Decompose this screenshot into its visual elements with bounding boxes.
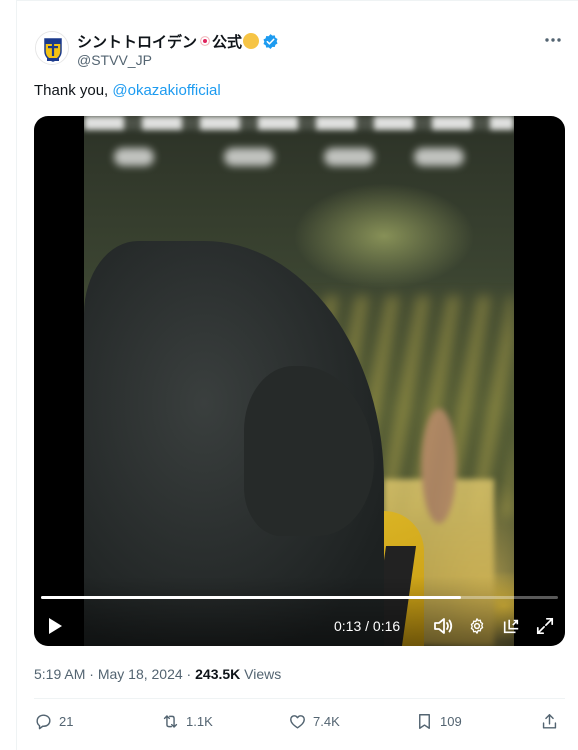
bookmark-button[interactable]: 109 [415,710,462,732]
like-count: 7.4K [313,713,340,729]
bookmark-count: 109 [440,713,462,729]
stadium-light [414,148,464,166]
reply-button[interactable]: 21 [34,710,73,732]
video-progress-bar[interactable] [41,596,558,599]
author-display-name[interactable]: シントトロイデン [77,31,197,52]
stadium-light [324,148,374,166]
divider [34,698,565,699]
repost-button[interactable]: 1.1K [161,710,213,732]
avatar[interactable] [35,31,69,65]
heart-icon [290,714,305,729]
video-progress-fill [41,596,462,599]
bookmark-icon [419,713,430,729]
tweet-time[interactable]: 5:19 AM [34,666,85,682]
tweet-date[interactable]: May 18, 2024 [98,666,183,682]
tweet-text-body: Thank you, [34,82,113,99]
fullscreen-icon [536,617,554,635]
meta-separator: · [85,666,98,682]
pip-icon [503,619,519,634]
share-icon [542,713,557,729]
gear-icon [470,618,484,634]
video-frame[interactable] [84,116,514,646]
tweet-card: シントトロイデン 公式 @STVV_JP Thank you, @okazaki… [16,0,578,750]
tweet-metadata: 5:19 AM · May 18, 2024 · 243.5K Views [34,666,281,682]
reply-count: 21 [59,713,74,729]
stvv-crest-icon [36,32,68,64]
speaker-icon [434,618,453,634]
tweet-text: Thank you, @okazakiofficial [34,82,221,99]
fullscreen-button[interactable] [534,615,556,637]
repost-count: 1.1K [186,713,213,729]
share-button[interactable] [540,710,559,732]
author-name-row[interactable]: シントトロイデン 公式 [77,31,279,51]
views-label: Views [240,666,282,682]
author-handle[interactable]: @STVV_JP [77,52,152,68]
play-button[interactable] [44,615,66,637]
repost-icon [163,714,178,728]
stadium-light [224,148,274,166]
play-icon [49,618,62,634]
author-name-suffix[interactable]: 公式 [212,31,242,52]
like-button[interactable]: 7.4K [288,710,340,732]
picture-in-picture-button[interactable] [500,615,522,637]
divider [17,0,578,1]
reply-icon [36,713,51,729]
japan-flag-icon [200,36,211,46]
verified-badge-icon [263,33,278,49]
stadium-lights [84,116,514,130]
settings-button[interactable] [466,615,488,637]
volume-button[interactable] [432,615,454,637]
more-options-icon[interactable] [542,32,564,48]
mention-link[interactable]: @okazakiofficial [112,82,220,99]
video-player[interactable]: 0:13 / 0:16 [34,116,565,646]
action-bar: 21 1.1K 7.4K 109 [34,706,565,736]
stadium-light [114,148,154,166]
views-count: 243.5K [195,666,241,682]
video-time: 0:13 / 0:16 [334,618,401,634]
meta-separator: · [182,666,196,682]
yellow-circle-emoji-icon [243,33,260,49]
